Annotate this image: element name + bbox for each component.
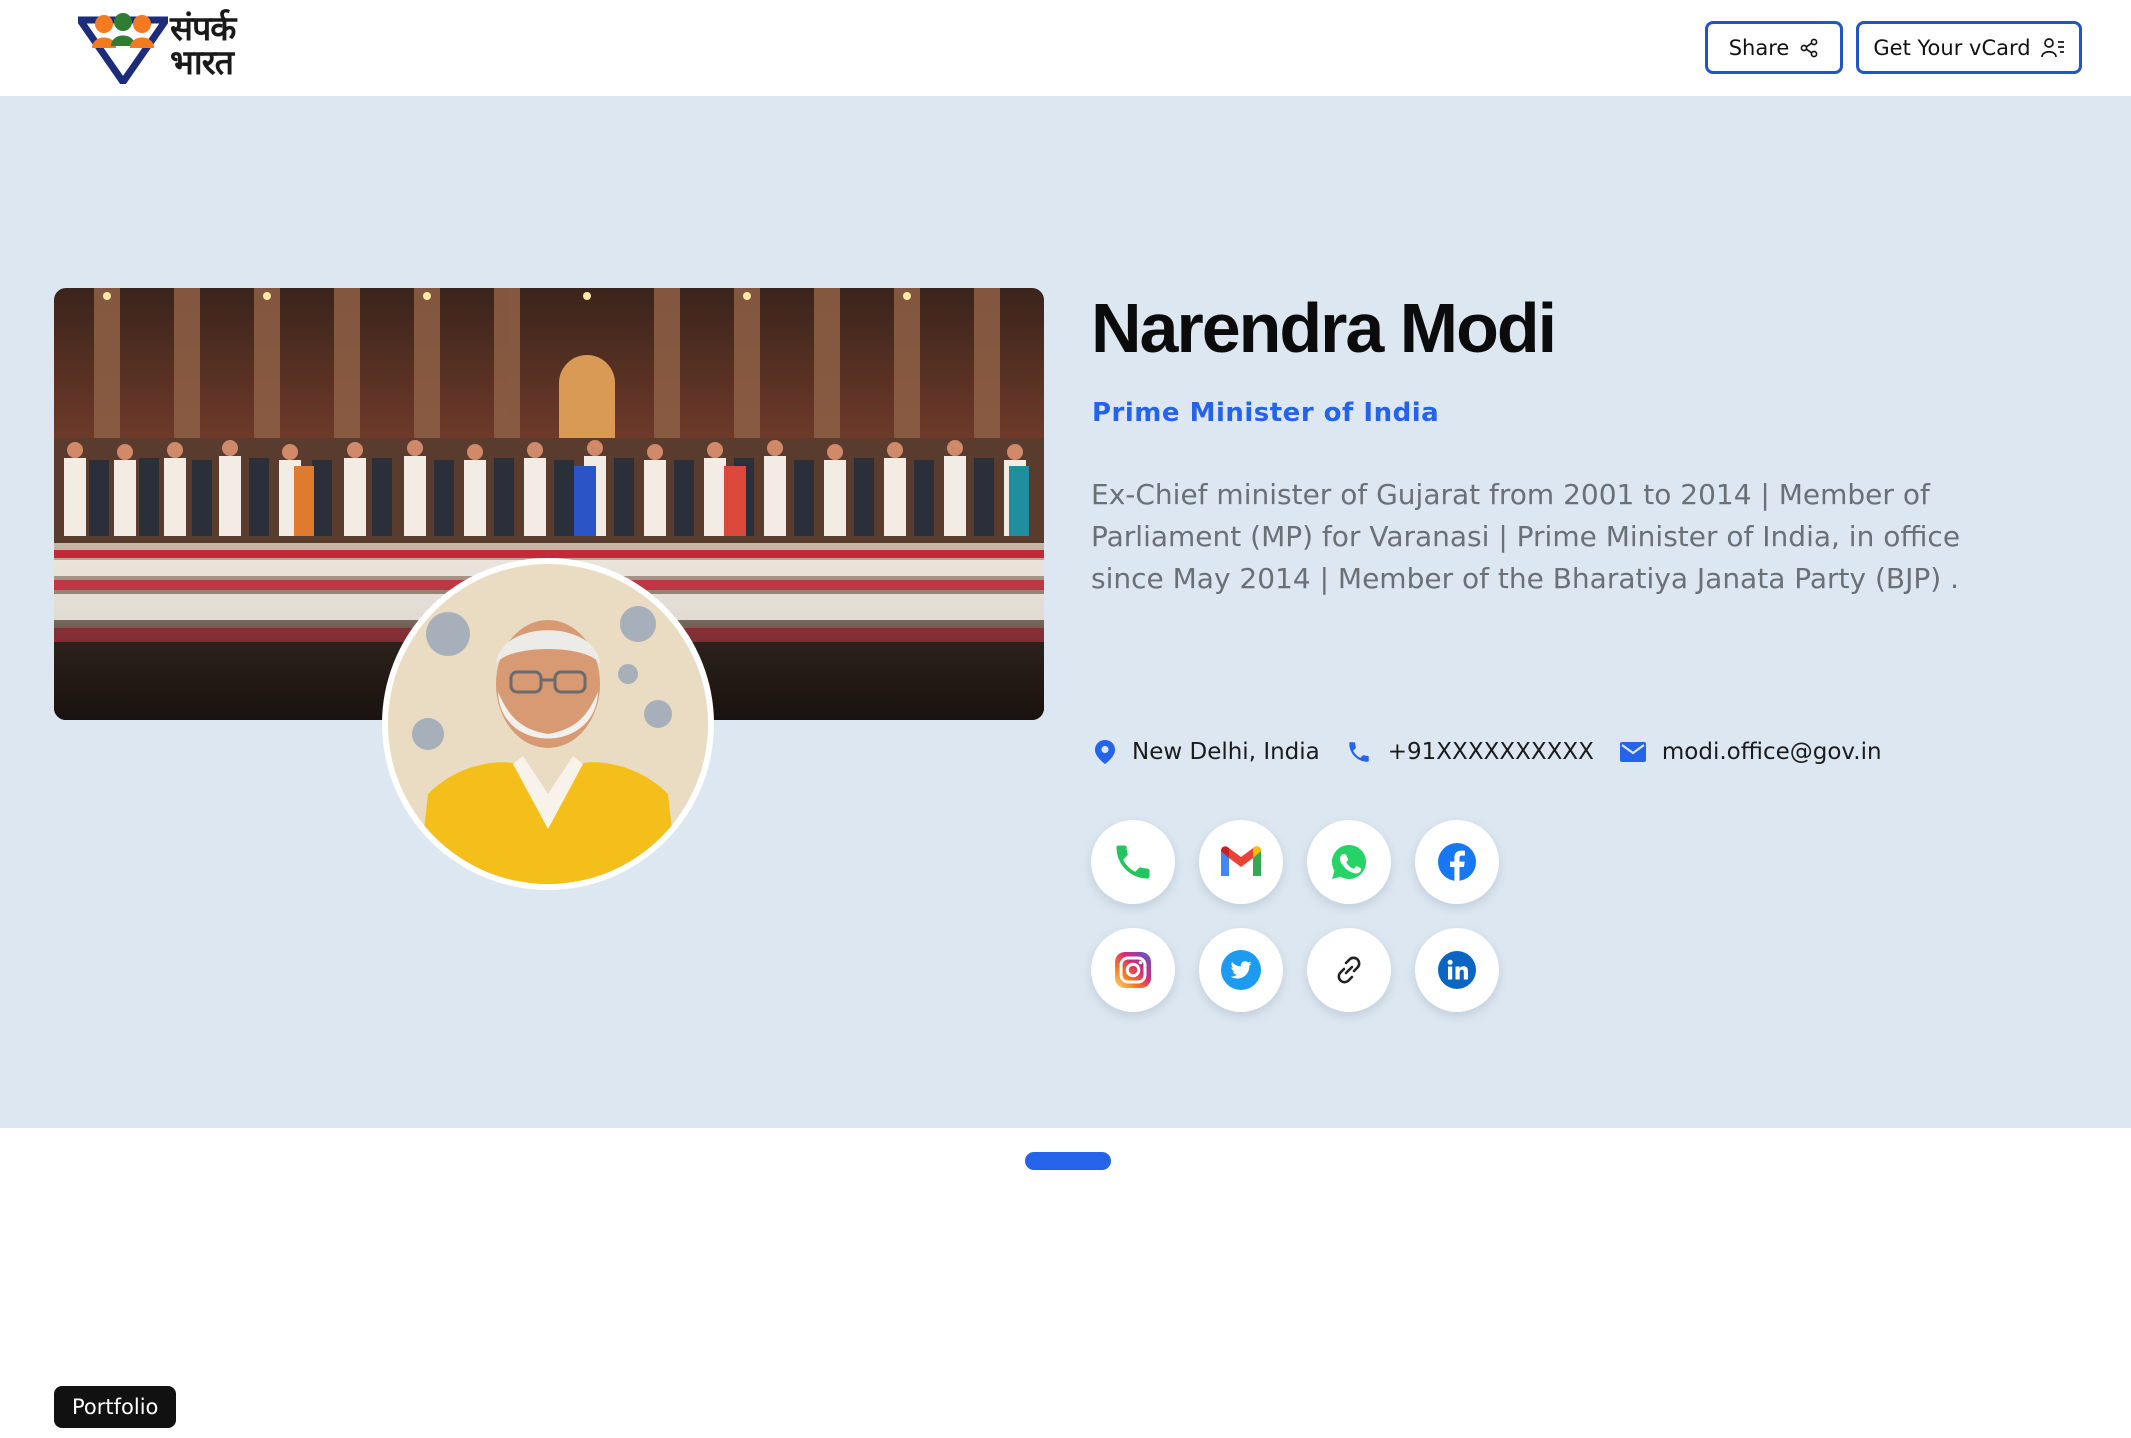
- phone-icon: [1349, 742, 1369, 762]
- portfolio-button[interactable]: Portfolio: [54, 1386, 177, 1428]
- share-button[interactable]: Share: [1705, 21, 1843, 74]
- contact-email[interactable]: modi.office@gov.in: [1619, 739, 1882, 765]
- profile-title: Prime Minister of India: [1092, 398, 1440, 428]
- get-vcard-button[interactable]: Get Your vCard: [1856, 21, 2082, 74]
- profile-bio: Ex-Chief minister of Gujarat from 2001 t…: [1091, 478, 1961, 595]
- portrait-image: [388, 564, 708, 884]
- linkedin-icon: [1438, 951, 1476, 989]
- share-button-label: Share: [1728, 35, 1790, 60]
- link-icon: [1337, 956, 1361, 984]
- logo-text-line2: भारत: [170, 43, 234, 83]
- whatsapp-button[interactable]: [1307, 820, 1391, 904]
- top-header: संपर्क भारत Share Get Your vCard: [0, 0, 2131, 96]
- portfolio-label: Portfolio: [72, 1395, 159, 1419]
- sampark-bharat-logo[interactable]: संपर्क भारत: [78, 8, 258, 88]
- get-vcard-button-label: Get Your vCard: [1873, 35, 2031, 60]
- website-link-button[interactable]: [1307, 928, 1391, 1012]
- instagram-button[interactable]: [1091, 928, 1175, 1012]
- logo-emblem-icon: [78, 13, 168, 84]
- call-button[interactable]: [1091, 820, 1175, 904]
- contact-phone[interactable]: +91XXXXXXXXXX: [1346, 739, 1594, 765]
- instagram-icon: [1115, 952, 1151, 988]
- location-text: New Delhi, India: [1132, 739, 1320, 765]
- gmail-icon: [1221, 846, 1261, 876]
- contact-info-row: New Delhi, India +91XXXXXXXXXX modi.offi…: [1094, 732, 1908, 772]
- email-icon: [1619, 742, 1646, 762]
- contact-location: New Delhi, India: [1094, 739, 1320, 765]
- social-links-grid: [1091, 820, 1511, 1012]
- facebook-button[interactable]: [1415, 820, 1499, 904]
- location-pin-icon: [1095, 740, 1115, 764]
- twitter-icon: [1221, 950, 1261, 990]
- logo-text-line1: संपर्क: [170, 9, 236, 49]
- facebook-icon: [1438, 843, 1476, 881]
- whatsapp-icon: [1332, 845, 1366, 879]
- email-text: modi.office@gov.in: [1661, 739, 1882, 765]
- profile-name: Narendra Modi: [1091, 289, 1557, 367]
- phone-text: +91XXXXXXXXXX: [1387, 739, 1594, 765]
- linkedin-button[interactable]: [1415, 928, 1499, 1012]
- twitter-button[interactable]: [1199, 928, 1283, 1012]
- gmail-button[interactable]: [1199, 820, 1283, 904]
- contact-card-icon: [2040, 37, 2064, 57]
- share-icon: [1800, 38, 1818, 57]
- profile-hero-section: Narendra Modi Prime Minister of India Ex…: [0, 96, 2131, 1128]
- carousel-indicator[interactable]: [1025, 1152, 1111, 1170]
- phone-icon: [1116, 845, 1150, 879]
- profile-avatar: [382, 558, 714, 890]
